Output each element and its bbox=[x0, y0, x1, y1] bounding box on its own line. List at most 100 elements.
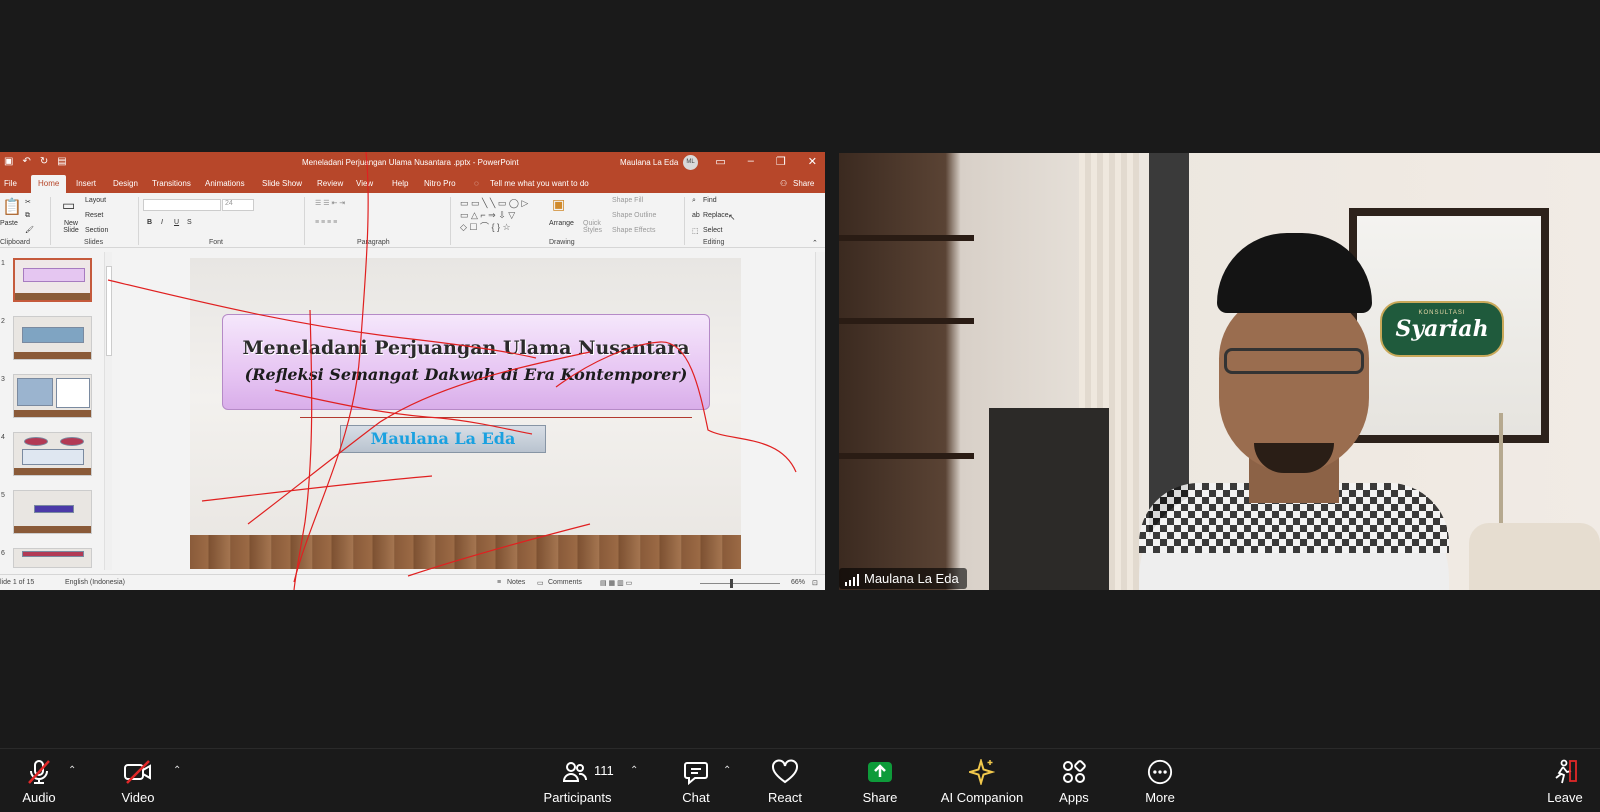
minimize-icon[interactable]: – bbox=[748, 155, 754, 168]
slide-thumbnail[interactable] bbox=[13, 432, 92, 476]
replace-button[interactable]: Replace bbox=[703, 212, 729, 219]
participant-video-tile[interactable]: KONSULTASI Syariah bbox=[839, 153, 1600, 590]
participants-options-chevron-icon[interactable]: ⌃ bbox=[630, 765, 638, 776]
shared-screen-powerpoint[interactable]: ▣ ↶ ↻ ▤ Meneladani Perjuangan Ulama Nusa… bbox=[0, 152, 825, 590]
redo-icon[interactable]: ↻ bbox=[40, 156, 48, 167]
tab-help[interactable]: Help bbox=[392, 179, 408, 188]
audio-button[interactable]: Audio bbox=[14, 749, 64, 812]
tab-insert[interactable]: Insert bbox=[76, 179, 96, 188]
save-icon[interactable]: ▣ bbox=[4, 156, 13, 167]
thumb-number: 6 bbox=[1, 550, 5, 557]
underline-icon[interactable]: U bbox=[174, 219, 179, 226]
zoom-slider-knob[interactable] bbox=[730, 579, 733, 588]
shape-effects-button[interactable]: Shape Effects bbox=[612, 227, 655, 234]
tab-review[interactable]: Review bbox=[317, 179, 343, 188]
copy-icon[interactable]: ⧉ bbox=[25, 212, 30, 220]
avatar[interactable]: ML bbox=[683, 155, 698, 170]
italic-icon[interactable]: I bbox=[161, 219, 163, 226]
quick-access-toolbar: ▣ ↶ ↻ ▤ bbox=[4, 156, 67, 167]
lightbulb-icon: ◌ bbox=[474, 179, 479, 188]
font-size-box[interactable]: 24 bbox=[222, 199, 254, 211]
slide-canvas[interactable]: Meneladani Perjuangan Ulama Nusantara (R… bbox=[190, 258, 741, 569]
zoom-slider[interactable] bbox=[700, 583, 780, 584]
chat-options-chevron-icon[interactable]: ⌃ bbox=[723, 765, 731, 776]
paste-button[interactable]: Paste bbox=[0, 220, 18, 227]
close-icon[interactable]: ✕ bbox=[808, 155, 817, 168]
notes-button[interactable]: Notes bbox=[507, 579, 525, 586]
zoom-level[interactable]: 66% bbox=[791, 579, 805, 586]
arrange-icon: ▣ bbox=[552, 196, 566, 212]
tell-me-search[interactable]: Tell me what you want to do bbox=[490, 179, 589, 188]
bold-icon[interactable]: B bbox=[147, 219, 152, 226]
more-button[interactable]: More bbox=[1140, 749, 1180, 812]
slide-thumbnail[interactable] bbox=[13, 548, 92, 568]
align-icons[interactable]: ≡ ≡ ≡ ≡ bbox=[315, 219, 337, 226]
audio-label: Audio bbox=[22, 790, 56, 805]
apps-button[interactable]: Apps bbox=[1054, 749, 1094, 812]
restore-icon[interactable]: ❐ bbox=[776, 155, 786, 168]
normal-view-icon[interactable]: ▤ ▦ ▥ ▭ bbox=[600, 579, 632, 587]
arrange-button[interactable]: Arrange bbox=[549, 220, 574, 227]
tab-home[interactable]: Home bbox=[31, 175, 67, 193]
format-painter-icon[interactable]: 🖌 bbox=[25, 226, 34, 234]
slide-scrollbar[interactable] bbox=[815, 252, 825, 574]
share-screen-button[interactable]: Share bbox=[860, 749, 900, 812]
cut-icon[interactable]: ✂ bbox=[25, 198, 31, 206]
layout-button[interactable]: Layout bbox=[85, 197, 106, 204]
tab-nitro-pro[interactable]: Nitro Pro bbox=[424, 179, 456, 188]
language-indicator[interactable]: English (Indonesia) bbox=[65, 579, 125, 586]
font-name-box[interactable] bbox=[143, 199, 221, 211]
wood-floor bbox=[190, 535, 741, 569]
shape-fill-button[interactable]: Shape Fill bbox=[612, 197, 643, 204]
cabinet bbox=[989, 408, 1109, 590]
tab-transitions[interactable]: Transitions bbox=[152, 179, 191, 188]
comments-button[interactable]: Comments bbox=[548, 579, 582, 586]
fit-slide-icon[interactable]: ⊡ bbox=[812, 579, 818, 587]
scroll-thumb[interactable] bbox=[106, 266, 112, 356]
present-icon[interactable]: ▤ bbox=[57, 156, 66, 167]
video-button[interactable]: Video bbox=[113, 749, 163, 812]
thumb-number: 1 bbox=[1, 260, 5, 267]
leave-button[interactable]: Leave bbox=[1545, 749, 1585, 812]
ribbon-separator bbox=[138, 197, 139, 245]
tab-file[interactable]: File bbox=[4, 179, 17, 188]
bullets-icon[interactable]: ☰ ☰ ⇤ ⇥ bbox=[315, 199, 345, 207]
undo-icon[interactable]: ↶ bbox=[22, 156, 30, 167]
slide-thumbnail[interactable] bbox=[13, 258, 92, 302]
share-screen-icon bbox=[868, 762, 892, 782]
group-label-font: Font bbox=[209, 239, 224, 246]
ppt-share-button[interactable]: Share bbox=[793, 179, 814, 188]
strikethrough-icon[interactable]: S bbox=[187, 219, 192, 226]
chat-button[interactable]: Chat bbox=[676, 749, 716, 812]
ai-companion-button[interactable]: AI Companion bbox=[938, 749, 1026, 812]
select-button[interactable]: Select bbox=[703, 227, 722, 234]
section-button[interactable]: Section bbox=[85, 227, 108, 234]
slide-thumbnail[interactable] bbox=[13, 374, 92, 418]
react-button[interactable]: React bbox=[765, 749, 805, 812]
reset-button[interactable]: Reset bbox=[85, 212, 103, 219]
find-button[interactable]: Find bbox=[703, 197, 717, 204]
share-icon: ⚇ bbox=[780, 179, 788, 188]
tab-slide-show[interactable]: Slide Show bbox=[262, 179, 302, 188]
tab-view[interactable]: View bbox=[356, 179, 373, 188]
react-label: React bbox=[768, 790, 802, 805]
video-label: Video bbox=[121, 790, 155, 805]
ribbon-separator bbox=[450, 197, 451, 245]
clipboard-icon: 📋 bbox=[2, 199, 22, 216]
tab-animations[interactable]: Animations bbox=[205, 179, 245, 188]
leave-icon bbox=[1555, 759, 1577, 784]
quick-styles-button[interactable]: Quick Styles bbox=[583, 220, 603, 234]
video-options-chevron-icon[interactable]: ⌃ bbox=[173, 765, 181, 776]
shape-outline-button[interactable]: Shape Outline bbox=[612, 212, 656, 219]
thumbnail-scrollbar[interactable] bbox=[104, 252, 112, 570]
participants-button[interactable]: Participants bbox=[540, 749, 615, 812]
tab-design[interactable]: Design bbox=[113, 179, 138, 188]
slide-thumbnail[interactable] bbox=[13, 316, 92, 360]
eyeglasses bbox=[1224, 348, 1364, 374]
collapse-ribbon-icon[interactable]: ⌃ bbox=[812, 239, 818, 247]
audio-options-chevron-icon[interactable]: ⌃ bbox=[68, 765, 76, 776]
new-slide-button[interactable]: New Slide bbox=[58, 220, 84, 234]
ribbon-display-icon[interactable]: ▭ bbox=[715, 155, 725, 168]
shapes-gallery[interactable]: ▭ ▭ ╲ ╲ ▭ ◯ ▷ ▭ △ ⌐ ⇒ ⇩ ▽ ◇ ☐ ⌒ { } ☆ bbox=[460, 197, 528, 233]
slide-thumbnail[interactable] bbox=[13, 490, 92, 534]
